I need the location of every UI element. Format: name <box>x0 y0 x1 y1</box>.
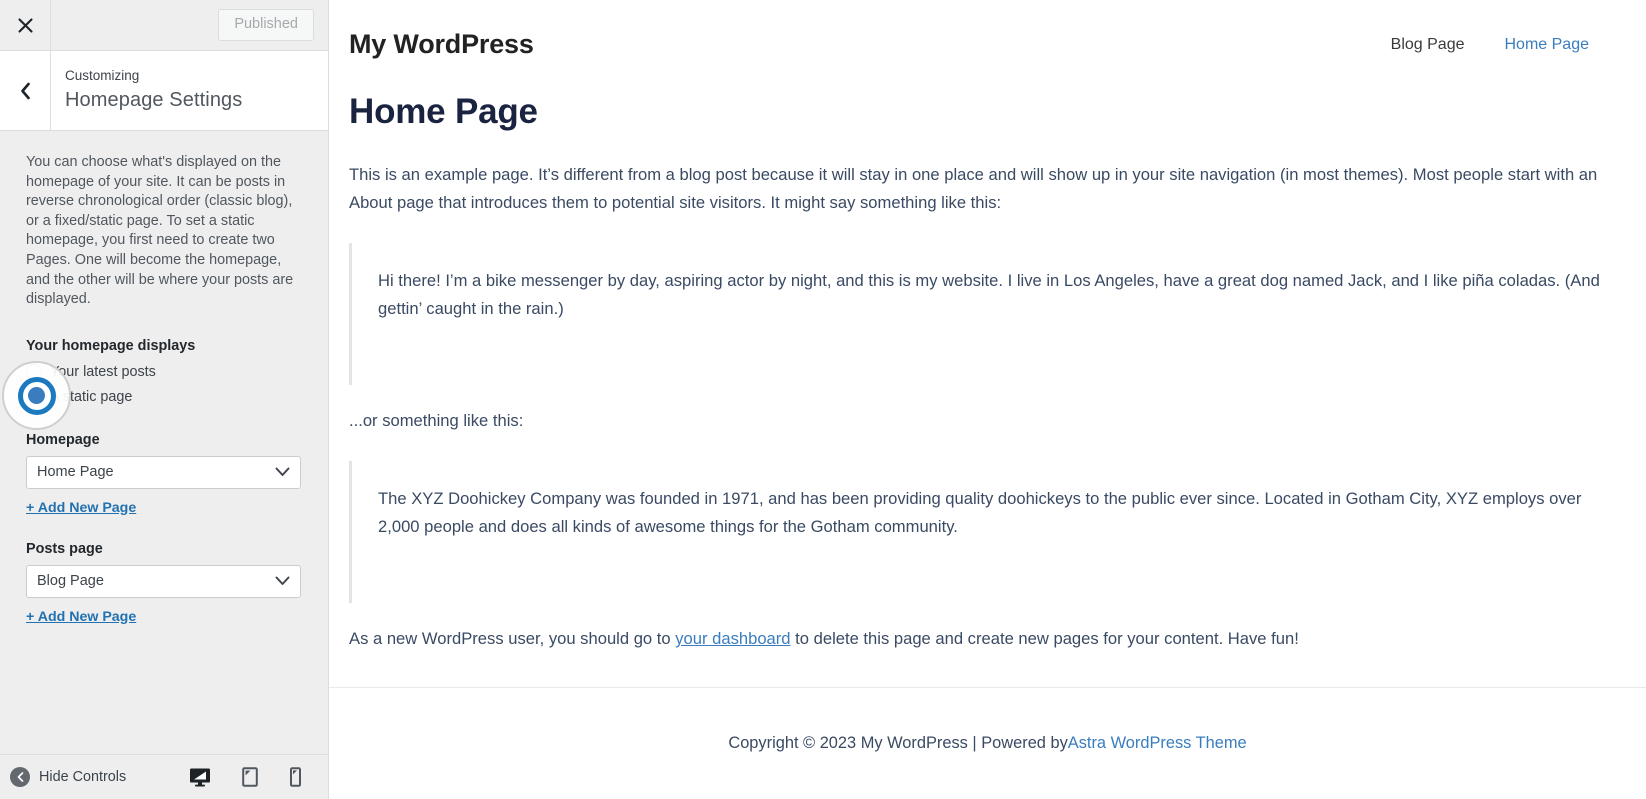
homepage-field-label: Homepage <box>26 431 100 448</box>
homepage-select[interactable]: Home Page <box>26 455 301 489</box>
blockquote-one-text: Hi there! I’m a bike messenger by day, a… <box>378 271 1600 318</box>
publish-area: Published <box>51 8 328 42</box>
customizer-controls: You can choose what's displayed on the h… <box>0 131 328 754</box>
site-navigation: Blog Page Home Page <box>1391 36 1589 54</box>
customizer-footer: Hide Controls <box>0 754 328 799</box>
posts-page-select-value: Blog Page <box>37 573 104 590</box>
blockquote-two: The XYZ Doohickey Company was founded in… <box>349 461 1626 603</box>
add-new-page-posts-link[interactable]: + Add New Page <box>26 609 136 625</box>
intro-paragraph: This is an example page. It’s different … <box>349 165 1598 212</box>
customizer-topbar: Published <box>0 0 328 51</box>
site-header: My WordPress Blog Page Home Page <box>329 0 1646 89</box>
radio-latest-posts-label: Your latest posts <box>50 363 156 380</box>
radio-latest-posts[interactable]: Your latest posts <box>26 361 302 383</box>
page-content: Home Page This is an example page. It’s … <box>329 89 1646 687</box>
site-footer: Copyright © 2023 My WordPress | Powered … <box>329 687 1646 799</box>
customizer-panel-header: Customizing Homepage Settings <box>0 51 328 131</box>
closing-prefix: As a new WordPress user, you should go t… <box>349 629 676 648</box>
radio-indicator-selected <box>26 388 42 405</box>
closing-suffix: to delete this page and create new pages… <box>790 629 1299 648</box>
homepage-select-value: Home Page <box>37 464 114 481</box>
mobile-icon[interactable] <box>289 766 302 788</box>
customizing-eyebrow: Customizing <box>65 67 140 83</box>
hide-controls-button[interactable]: Hide Controls <box>10 767 126 787</box>
blockquote-two-text: The XYZ Doohickey Company was founded in… <box>378 489 1582 536</box>
dashboard-link[interactable]: your dashboard <box>675 629 790 648</box>
radio-indicator <box>26 363 42 380</box>
site-title[interactable]: My WordPress <box>349 29 534 60</box>
middle-paragraph: ...or something like this: <box>349 411 524 430</box>
nav-item-blog-page[interactable]: Blog Page <box>1391 36 1465 54</box>
close-icon[interactable] <box>0 0 51 50</box>
collapse-arrow-icon <box>10 767 30 787</box>
posts-page-select[interactable]: Blog Page <box>26 564 301 598</box>
tablet-icon[interactable] <box>241 766 259 788</box>
nav-item-home-page[interactable]: Home Page <box>1505 36 1590 54</box>
chevron-down-icon <box>275 467 290 477</box>
blockquote-one: Hi there! I’m a bike messenger by day, a… <box>349 243 1626 385</box>
footer-copyright-text: Copyright © 2023 My WordPress | Powered … <box>728 734 1068 752</box>
device-preview-group <box>189 766 314 788</box>
back-chevron-icon[interactable] <box>0 51 51 130</box>
panel-heading: Customizing Homepage Settings <box>51 51 328 130</box>
site-preview: My WordPress Blog Page Home Page Home Pa… <box>329 0 1646 799</box>
radio-static-page[interactable]: A static page <box>26 386 302 408</box>
section-description: You can choose what's displayed on the h… <box>26 154 294 308</box>
closing-paragraph: As a new WordPress user, you should go t… <box>349 625 1626 653</box>
publish-button[interactable]: Published <box>218 8 314 42</box>
page-title: Home Page <box>349 92 538 131</box>
add-new-page-homepage-link[interactable]: + Add New Page <box>26 500 136 516</box>
chevron-down-icon <box>275 576 290 586</box>
hide-controls-label: Hide Controls <box>39 769 127 785</box>
customizer-sidebar: Published Customizing Homepage Settings … <box>0 0 329 799</box>
posts-page-field-label: Posts page <box>26 540 103 557</box>
desktop-icon[interactable] <box>189 767 211 787</box>
astra-theme-link[interactable]: Astra WordPress Theme <box>1068 734 1247 753</box>
radio-static-page-label: A static page <box>50 388 133 405</box>
customizer-screen: Published Customizing Homepage Settings … <box>0 0 1646 799</box>
panel-title: Homepage Settings <box>65 89 243 112</box>
homepage-displays-label: Your homepage displays <box>26 337 196 354</box>
